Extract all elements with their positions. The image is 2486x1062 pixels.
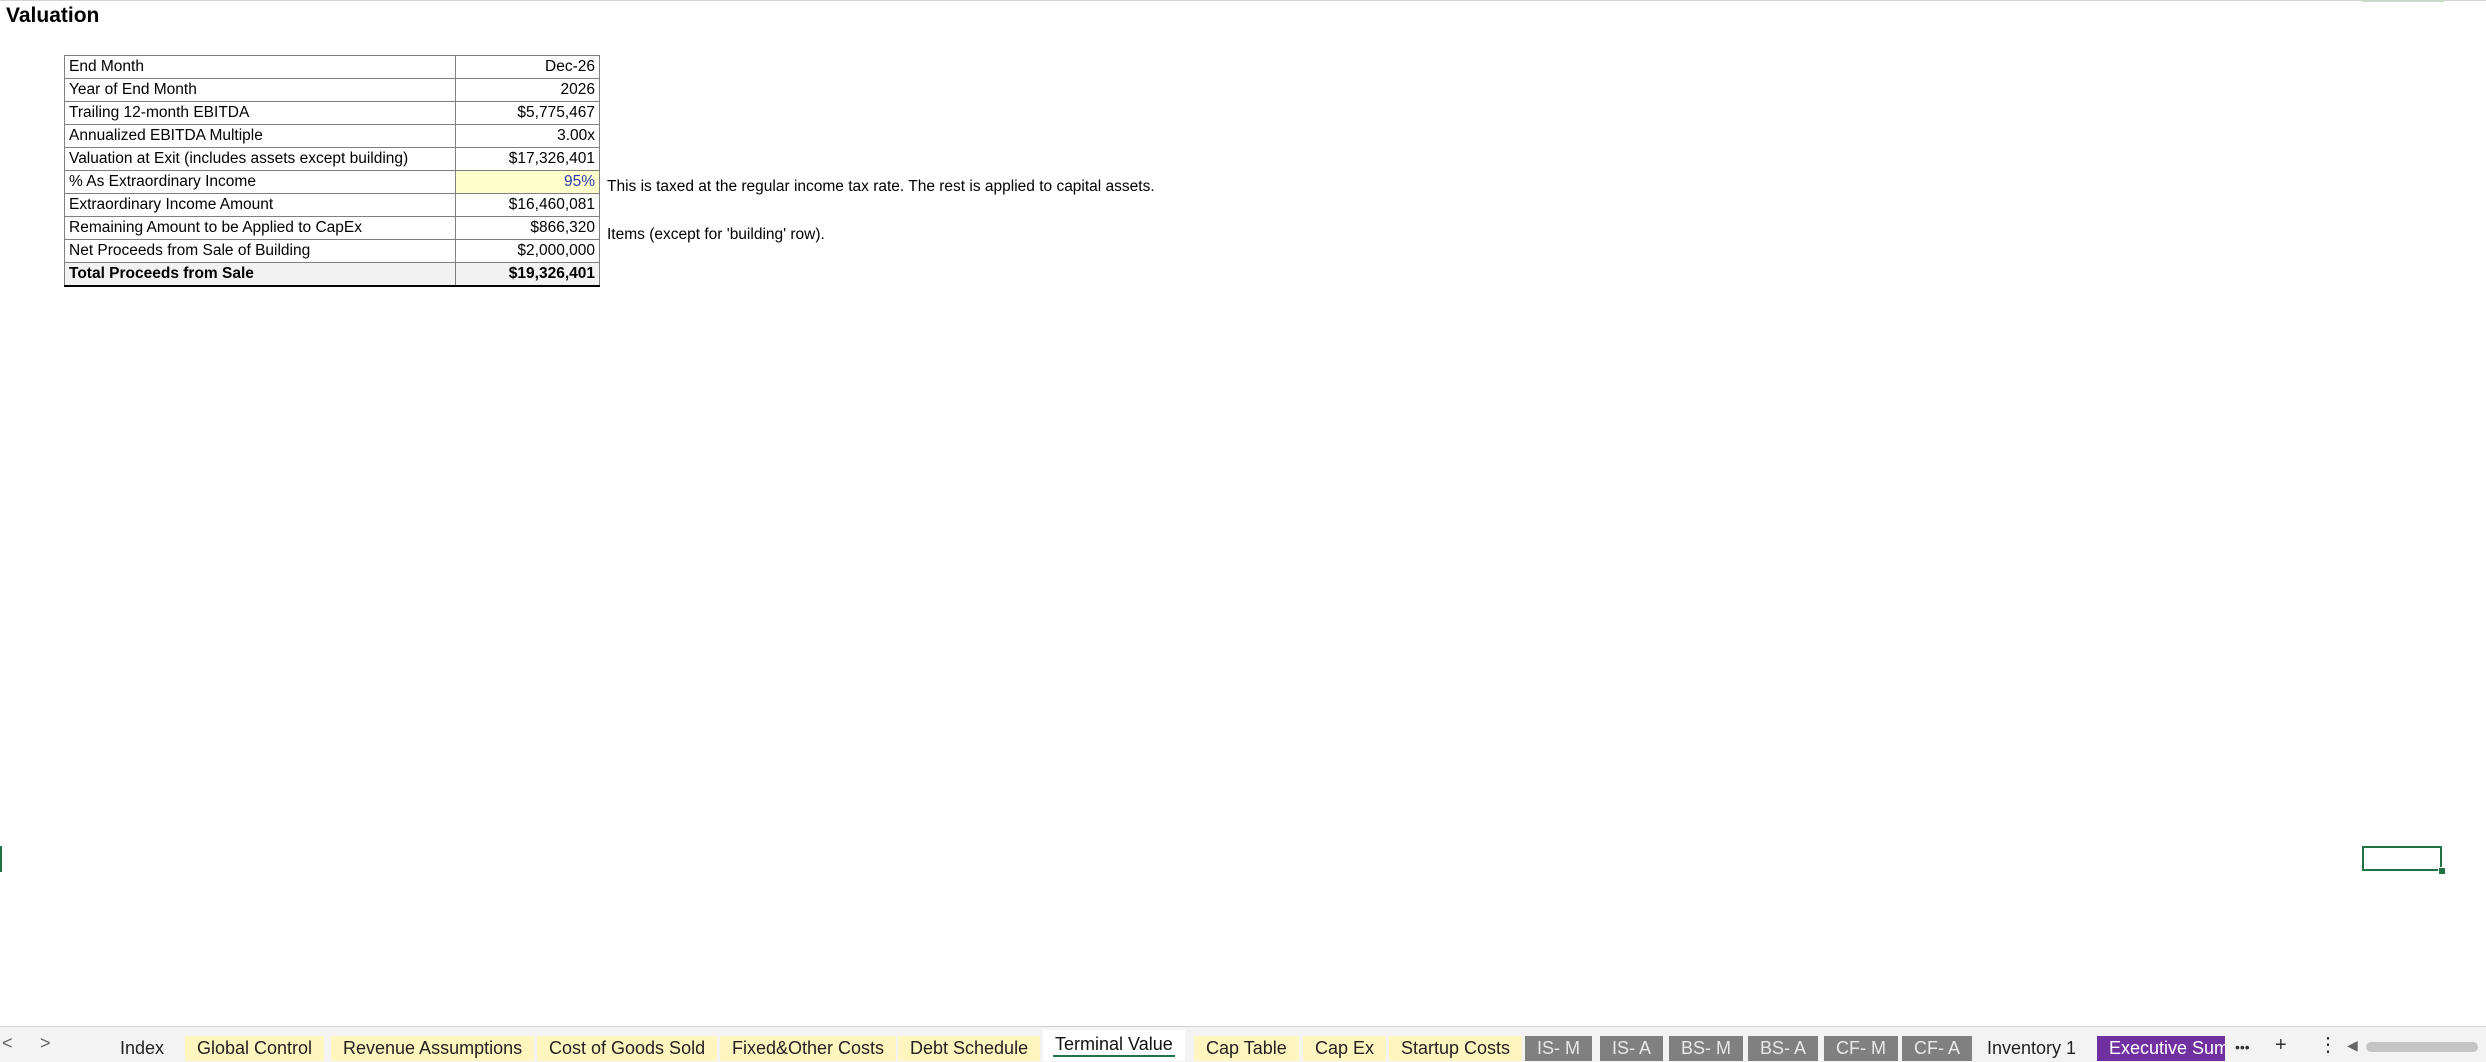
row-label[interactable]: Valuation at Exit (includes assets excep… bbox=[64, 147, 456, 171]
top-border bbox=[0, 0, 2486, 1]
row-label[interactable]: Trailing 12-month EBITDA bbox=[64, 101, 456, 125]
selected-cell[interactable] bbox=[2362, 846, 2442, 871]
table-row: Extraordinary Income Amount $16,460,081 bbox=[64, 193, 600, 217]
table-row: % As Extraordinary Income 95% bbox=[64, 170, 600, 194]
row-label[interactable]: Annualized EBITDA Multiple bbox=[64, 124, 456, 148]
tab-index[interactable]: Index bbox=[108, 1036, 176, 1061]
row-header-highlight bbox=[0, 846, 2, 872]
add-sheet-icon[interactable]: + bbox=[2275, 1034, 2287, 1056]
tab-debt-schedule[interactable]: Debt Schedule bbox=[898, 1036, 1041, 1061]
column-header-highlight bbox=[2362, 0, 2444, 2]
table-row: Net Proceeds from Sale of Building $2,00… bbox=[64, 239, 600, 263]
tab-is-m[interactable]: IS- M bbox=[1525, 1036, 1592, 1061]
table-row: Year of End Month 2026 bbox=[64, 78, 600, 102]
scroll-left-arrow-icon[interactable]: ◀ bbox=[2347, 1037, 2358, 1054]
tab-scroll-left-icon[interactable]: < bbox=[2, 1033, 13, 1054]
row-label[interactable]: % As Extraordinary Income bbox=[64, 170, 456, 194]
tab-startup-costs[interactable]: Startup Costs bbox=[1389, 1036, 1523, 1061]
row-value[interactable]: $17,326,401 bbox=[455, 147, 600, 171]
row-value[interactable]: Dec-26 bbox=[455, 55, 600, 79]
tab-revenue-assumptions[interactable]: Revenue Assumptions bbox=[331, 1036, 535, 1061]
valuation-table: End Month Dec-26 Year of End Month 2026 … bbox=[64, 55, 600, 287]
row-label[interactable]: Remaining Amount to be Applied to CapEx bbox=[64, 216, 456, 240]
tab-cap-ex[interactable]: Cap Ex bbox=[1303, 1036, 1387, 1061]
tab-scroll-right-icon[interactable]: > bbox=[40, 1033, 51, 1054]
tab-options-icon[interactable]: ⋮ bbox=[2318, 1034, 2338, 1056]
capex-note[interactable]: Items (except for 'building' row). bbox=[607, 224, 825, 246]
table-row: End Month Dec-26 bbox=[64, 55, 600, 79]
total-label[interactable]: Total Proceeds from Sale bbox=[64, 262, 456, 287]
table-row: Annualized EBITDA Multiple 3.00x bbox=[64, 124, 600, 148]
table-row: Trailing 12-month EBITDA $5,775,467 bbox=[64, 101, 600, 125]
horizontal-scrollbar-thumb[interactable] bbox=[2366, 1042, 2478, 1052]
row-label[interactable]: Extraordinary Income Amount bbox=[64, 193, 456, 217]
tab-inventory-1[interactable]: Inventory 1 bbox=[1975, 1036, 2088, 1061]
tab-terminal-value[interactable]: Terminal Value bbox=[1043, 1030, 1185, 1061]
page-title: Valuation bbox=[6, 4, 100, 27]
row-value[interactable]: $866,320 bbox=[455, 216, 600, 240]
tab-global-control[interactable]: Global Control bbox=[185, 1036, 325, 1061]
tab-cf-m[interactable]: CF- M bbox=[1824, 1036, 1898, 1061]
tab-executive-summary[interactable]: Executive Sumr bbox=[2097, 1036, 2225, 1061]
row-value[interactable]: $5,775,467 bbox=[455, 101, 600, 125]
row-value[interactable]: $16,460,081 bbox=[455, 193, 600, 217]
tab-cap-table[interactable]: Cap Table bbox=[1194, 1036, 1299, 1061]
row-value[interactable]: 2026 bbox=[455, 78, 600, 102]
tab-is-a[interactable]: IS- A bbox=[1600, 1036, 1664, 1061]
row-value[interactable]: 3.00x bbox=[455, 124, 600, 148]
tab-bs-m[interactable]: BS- M bbox=[1669, 1036, 1744, 1061]
extraordinary-income-input[interactable]: 95% bbox=[455, 170, 600, 194]
row-label[interactable]: Year of End Month bbox=[64, 78, 456, 102]
row-label[interactable]: Net Proceeds from Sale of Building bbox=[64, 239, 456, 263]
total-value[interactable]: $19,326,401 bbox=[455, 262, 600, 287]
total-row: Total Proceeds from Sale $19,326,401 bbox=[64, 262, 600, 287]
table-row: Remaining Amount to be Applied to CapEx … bbox=[64, 216, 600, 240]
tab-cost-of-goods-sold[interactable]: Cost of Goods Sold bbox=[537, 1036, 718, 1061]
tab-bs-a[interactable]: BS- A bbox=[1748, 1036, 1819, 1061]
extraordinary-income-note[interactable]: This is taxed at the regular income tax … bbox=[607, 176, 1155, 198]
tab-fixed-other-costs[interactable]: Fixed&Other Costs bbox=[720, 1036, 897, 1061]
row-value[interactable]: $2,000,000 bbox=[455, 239, 600, 263]
more-tabs-icon[interactable]: ••• bbox=[2235, 1036, 2250, 1058]
table-row: Valuation at Exit (includes assets excep… bbox=[64, 147, 600, 171]
tab-cf-a[interactable]: CF- A bbox=[1902, 1036, 1973, 1061]
row-label[interactable]: End Month bbox=[64, 55, 456, 79]
fill-handle[interactable] bbox=[2438, 867, 2446, 875]
